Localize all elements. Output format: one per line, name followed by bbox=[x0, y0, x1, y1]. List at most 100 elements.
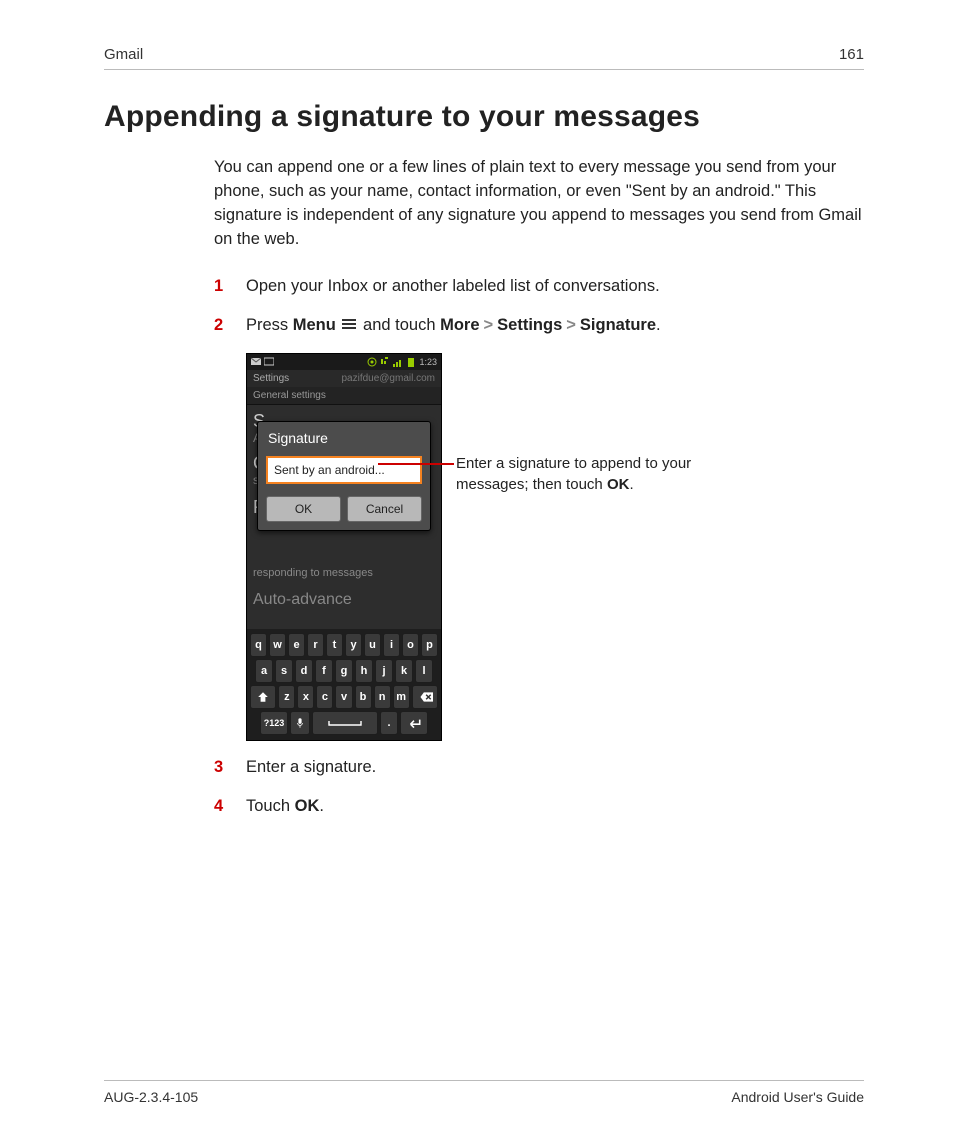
symbols-key[interactable]: ?123 bbox=[260, 711, 288, 735]
key-p[interactable]: p bbox=[421, 633, 438, 657]
status-bar: 1:23 bbox=[247, 354, 441, 370]
key-m[interactable]: m bbox=[393, 685, 410, 709]
data-icon bbox=[380, 357, 390, 367]
running-footer: AUG-2.3.4-105 Android User's Guide bbox=[104, 1080, 864, 1105]
key-i[interactable]: i bbox=[383, 633, 400, 657]
header-rule bbox=[104, 69, 864, 70]
signal-icon bbox=[393, 357, 403, 367]
gps-icon bbox=[367, 357, 377, 367]
step-4-prefix: Touch bbox=[246, 797, 295, 815]
footer-rule bbox=[104, 1080, 864, 1081]
step-4-ok: OK bbox=[295, 797, 320, 815]
keyboard-row-4: ?123 . bbox=[250, 711, 438, 735]
signature-input[interactable]: Sent by an android... bbox=[266, 456, 422, 484]
footer-doc-title: Android User's Guide bbox=[731, 1089, 864, 1105]
footer-doc-id: AUG-2.3.4-105 bbox=[104, 1089, 198, 1105]
page-title: Appending a signature to your messages bbox=[104, 100, 864, 134]
key-w[interactable]: w bbox=[269, 633, 286, 657]
step-list-continued: Enter a signature. Touch OK. bbox=[214, 755, 864, 820]
key-l[interactable]: l bbox=[415, 659, 433, 683]
step-2-more: More bbox=[440, 316, 479, 334]
menu-icon bbox=[342, 319, 356, 331]
keyboard-row-3: zxcvbnm bbox=[250, 685, 438, 709]
header-section: Gmail bbox=[104, 46, 143, 63]
chevron-right-icon: > bbox=[484, 316, 494, 334]
ok-button[interactable]: OK bbox=[266, 496, 341, 522]
keyboard-row-1: qwertyuiop bbox=[250, 633, 438, 657]
on-screen-keyboard[interactable]: qwertyuiop asdfghjkl zxcvbnm ?123 bbox=[247, 629, 441, 740]
step-4: Touch OK. bbox=[214, 794, 864, 820]
content-column: You can append one or a few lines of pla… bbox=[104, 156, 864, 820]
step-2-signature: Signature bbox=[580, 316, 656, 334]
annotation-line-2: messages; then touch bbox=[456, 476, 607, 493]
key-u[interactable]: u bbox=[364, 633, 381, 657]
cancel-button[interactable]: Cancel bbox=[347, 496, 422, 522]
step-3: Enter a signature. bbox=[214, 755, 864, 781]
annotation-ok: OK bbox=[607, 476, 630, 493]
bg-reply-desc: responding to messages bbox=[253, 567, 373, 579]
phone-screenshot: 1:23 Settings pazifdue@gmail.com General… bbox=[246, 353, 442, 741]
key-q[interactable]: q bbox=[250, 633, 267, 657]
key-g[interactable]: g bbox=[335, 659, 353, 683]
annotation: Enter a signature to append to your mess… bbox=[456, 453, 691, 495]
header-page-number: 161 bbox=[839, 46, 864, 63]
annotation-period: . bbox=[629, 476, 633, 493]
key-e[interactable]: e bbox=[288, 633, 305, 657]
app-account: pazifdue@gmail.com bbox=[341, 373, 435, 384]
key-d[interactable]: d bbox=[295, 659, 313, 683]
step-2-prefix: Press bbox=[246, 316, 293, 334]
key-b[interactable]: b bbox=[355, 685, 372, 709]
running-header: Gmail 161 bbox=[104, 46, 864, 63]
key-k[interactable]: k bbox=[395, 659, 413, 683]
key-t[interactable]: t bbox=[326, 633, 343, 657]
settings-background: S Ad C s R responding to messages Auto-a… bbox=[247, 405, 441, 629]
status-time: 1:23 bbox=[419, 357, 437, 367]
app-title-bar: Settings pazifdue@gmail.com bbox=[247, 370, 441, 387]
keyboard-row-2: asdfghjkl bbox=[250, 659, 438, 683]
battery-icon bbox=[406, 357, 416, 367]
callout-leader-line bbox=[378, 463, 454, 465]
key-o[interactable]: o bbox=[402, 633, 419, 657]
signature-dialog: Signature Sent by an android... OK Cance… bbox=[257, 421, 431, 531]
key-y[interactable]: y bbox=[345, 633, 362, 657]
status-left bbox=[251, 357, 274, 367]
key-r[interactable]: r bbox=[307, 633, 324, 657]
mic-key[interactable] bbox=[290, 711, 310, 735]
key-h[interactable]: h bbox=[355, 659, 373, 683]
bg-auto-advance: Auto-advance bbox=[253, 591, 352, 609]
key-j[interactable]: j bbox=[375, 659, 393, 683]
step-2: Press Menu and touch More>Settings>Signa… bbox=[214, 313, 864, 339]
step-list: Open your Inbox or another labeled list … bbox=[214, 274, 864, 339]
key-v[interactable]: v bbox=[335, 685, 352, 709]
app-title: Settings bbox=[253, 373, 289, 384]
step-2-settings: Settings bbox=[497, 316, 562, 334]
app-subtitle: General settings bbox=[247, 387, 441, 405]
period-key[interactable]: . bbox=[380, 711, 398, 735]
key-s[interactable]: s bbox=[275, 659, 293, 683]
annotation-line-1: Enter a signature to append to your bbox=[456, 455, 691, 472]
enter-key[interactable] bbox=[400, 711, 428, 735]
step-1: Open your Inbox or another labeled list … bbox=[214, 274, 864, 300]
key-x[interactable]: x bbox=[297, 685, 314, 709]
key-n[interactable]: n bbox=[374, 685, 391, 709]
figure-row: 1:23 Settings pazifdue@gmail.com General… bbox=[246, 353, 864, 741]
key-f[interactable]: f bbox=[315, 659, 333, 683]
space-key[interactable] bbox=[312, 711, 378, 735]
chevron-right-icon: > bbox=[566, 316, 576, 334]
dialog-button-row: OK Cancel bbox=[258, 488, 430, 522]
intro-paragraph: You can append one or a few lines of pla… bbox=[214, 156, 864, 252]
key-c[interactable]: c bbox=[316, 685, 333, 709]
dialog-title: Signature bbox=[258, 422, 430, 452]
key-z[interactable]: z bbox=[278, 685, 295, 709]
step-2-menu-word: Menu bbox=[293, 316, 336, 334]
step-1-text: Open your Inbox or another labeled list … bbox=[246, 277, 660, 295]
window-icon bbox=[264, 357, 274, 367]
page: Gmail 161 Appending a signature to your … bbox=[0, 0, 954, 1145]
step-2-mid: and touch bbox=[358, 316, 440, 334]
shift-key[interactable] bbox=[250, 685, 276, 709]
status-right: 1:23 bbox=[367, 357, 437, 367]
mail-icon bbox=[251, 357, 261, 367]
key-a[interactable]: a bbox=[255, 659, 273, 683]
backspace-key[interactable] bbox=[412, 685, 438, 709]
step-3-text: Enter a signature. bbox=[246, 758, 376, 776]
